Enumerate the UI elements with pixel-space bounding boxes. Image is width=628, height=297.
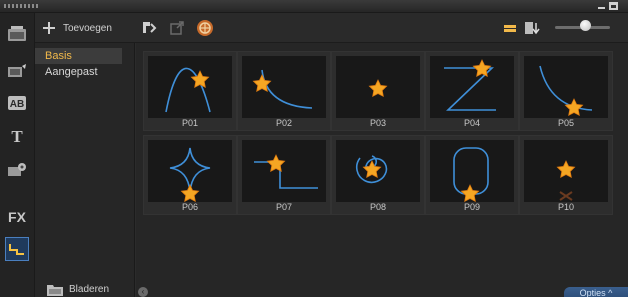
path-thumbnail[interactable]: P08 [331, 135, 425, 215]
thumbnail-label: P06 [181, 202, 198, 212]
plus-icon [43, 22, 55, 34]
path-preview [242, 56, 326, 118]
export-paths-icon[interactable] [168, 19, 186, 37]
path-preview [242, 140, 326, 202]
collapse-panel-icon[interactable]: ‹ [138, 287, 148, 297]
path-preview [524, 56, 608, 118]
thumbnail-label: P04 [463, 118, 480, 128]
drag-grip[interactable] [4, 4, 40, 8]
thumbnail-label: P08 [369, 202, 386, 212]
fx-icon[interactable]: FX [5, 205, 29, 229]
sort-icon[interactable] [523, 19, 541, 37]
import-paths-icon[interactable] [140, 19, 158, 37]
path-thumbnail[interactable]: P09 [425, 135, 519, 215]
path-thumbnail[interactable]: P01 [143, 51, 237, 131]
thumbnail-label: P09 [463, 202, 480, 212]
add-label: Toevoegen [63, 22, 112, 34]
browse-button[interactable]: Bladeren [47, 283, 109, 296]
browse-label: Bladeren [69, 284, 110, 295]
path-thumbnail[interactable]: P06 [143, 135, 237, 215]
path-preview [148, 56, 232, 118]
path-thumbnail[interactable]: P04 [425, 51, 519, 131]
title-icon[interactable]: AB [5, 91, 29, 115]
folder-icon [47, 285, 63, 296]
thumbnail-label: P01 [181, 118, 198, 128]
path-preview [430, 56, 514, 118]
path-preview [336, 56, 420, 118]
library-footer: ‹ Opties ^ [136, 257, 628, 297]
options-button[interactable]: Opties ^ [564, 287, 628, 297]
path-thumbnail[interactable]: P07 [237, 135, 331, 215]
path-preview [524, 140, 608, 202]
category-basis[interactable]: Basis [35, 48, 122, 64]
instant-project-icon[interactable] [5, 59, 29, 83]
thumbnail-label: P05 [557, 118, 574, 128]
category-panel: Basis Aangepast Bladeren [35, 43, 135, 297]
maximize-button[interactable] [609, 2, 618, 10]
path-thumbnail[interactable]: P10 [519, 135, 613, 215]
thumbnail-label: P02 [275, 118, 292, 128]
web-library-icon[interactable] [196, 19, 214, 37]
category-aangepast[interactable]: Aangepast [35, 64, 134, 80]
path-preview [430, 140, 514, 203]
path-preview [148, 140, 232, 203]
library-toolbar: Toevoegen [35, 13, 628, 43]
text-icon[interactable]: T [5, 125, 29, 149]
title-bar [0, 0, 628, 13]
thumbnail-label: P10 [557, 202, 574, 212]
path-thumbnail[interactable]: P05 [519, 51, 613, 131]
add-button[interactable]: Toevoegen [43, 19, 112, 37]
svg-text:AB: AB [10, 99, 24, 110]
path-icon[interactable] [5, 237, 29, 261]
path-thumbnail[interactable]: P03 [331, 51, 425, 131]
minimize-button[interactable] [597, 2, 606, 10]
transition-icon[interactable] [5, 158, 29, 182]
zoom-slider-thumb[interactable] [580, 20, 592, 31]
thumbnail-label: P07 [275, 202, 292, 212]
path-thumbnail[interactable]: P02 [237, 51, 331, 131]
list-view-icon[interactable] [501, 19, 519, 37]
thumbnail-label: P03 [369, 118, 386, 128]
path-library-grid: P01 P02 P03 P04 P05 P06 P07 P08 P09 P10 [136, 43, 628, 257]
media-icon[interactable] [5, 22, 29, 46]
path-preview [336, 140, 420, 202]
library-category-bar: AB T FX [0, 13, 35, 297]
